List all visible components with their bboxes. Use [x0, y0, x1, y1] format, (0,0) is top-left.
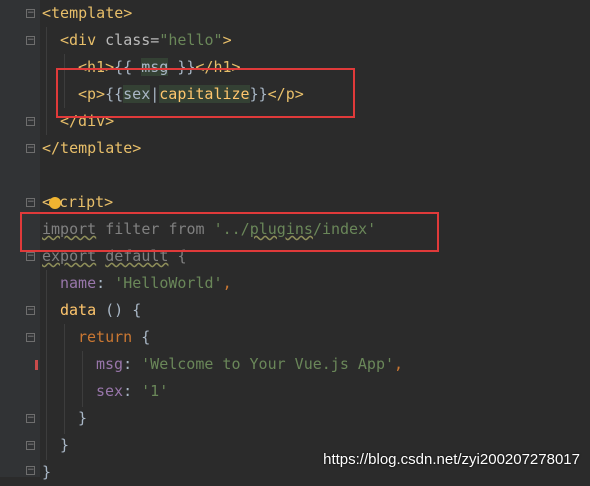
- colon: :: [123, 382, 142, 400]
- code-line-6[interactable]: </template>: [42, 135, 141, 162]
- div-open-tag: <div: [60, 31, 106, 49]
- comma: ,: [222, 274, 232, 292]
- fold-toggle-icon[interactable]: −: [26, 36, 35, 45]
- code-line-2[interactable]: <div class="hello">: [60, 27, 232, 54]
- fold-toggle-icon[interactable]: −: [26, 441, 35, 450]
- colon: :: [123, 355, 142, 373]
- highlight-box-import: [20, 212, 439, 252]
- code-line-11[interactable]: name: 'HelloWorld',: [60, 270, 232, 297]
- code-line-13[interactable]: return {: [78, 324, 150, 351]
- sex-property: sex: [96, 382, 124, 400]
- indent-guide: [46, 27, 47, 135]
- template-close-tag: </template>: [42, 139, 142, 157]
- code-line-17[interactable]: }: [60, 432, 69, 459]
- code-line-12[interactable]: data () {: [60, 297, 141, 324]
- fold-toggle-icon[interactable]: −: [26, 252, 35, 261]
- indent-guide: [64, 324, 65, 434]
- colon: :: [96, 274, 115, 292]
- change-marker: [35, 360, 38, 370]
- name-property: name: [60, 274, 97, 292]
- msg-property: msg: [96, 355, 124, 373]
- function-signature: () {: [96, 301, 142, 319]
- fold-toggle-icon[interactable]: −: [26, 117, 35, 126]
- fold-toggle-icon[interactable]: −: [26, 306, 35, 315]
- highlight-box-template: [56, 68, 355, 118]
- template-open-tag: <template>: [42, 4, 133, 22]
- brace-close: }: [42, 463, 52, 481]
- fold-toggle-icon[interactable]: −: [26, 9, 35, 18]
- msg-value: 'Welcome to Your Vue.js App': [141, 355, 395, 373]
- fold-toggle-icon[interactable]: −: [26, 414, 35, 423]
- brace-open: {: [132, 328, 151, 346]
- comma: ,: [394, 355, 404, 373]
- sex-value: '1': [141, 382, 169, 400]
- script-open-tag: cript>: [59, 193, 114, 211]
- fold-toggle-icon[interactable]: −: [26, 333, 35, 342]
- brace-close: }: [78, 409, 88, 427]
- code-line-16[interactable]: }: [78, 405, 87, 432]
- code-line-15[interactable]: sex: '1': [96, 378, 168, 405]
- indent-guide: [46, 270, 47, 460]
- fold-toggle-icon[interactable]: −: [26, 198, 35, 207]
- fold-toggle-icon[interactable]: −: [26, 144, 35, 153]
- brace-close: }: [60, 436, 70, 454]
- code-line-14[interactable]: msg: 'Welcome to Your Vue.js App',: [96, 351, 403, 378]
- name-value: 'HelloWorld': [114, 274, 223, 292]
- return-keyword: return: [78, 328, 133, 346]
- code-line-1[interactable]: <template>: [42, 0, 132, 27]
- fold-toggle-icon[interactable]: −: [26, 466, 35, 475]
- indent-guide: [82, 351, 83, 407]
- watermark: https://blog.csdn.net/zyi200207278017: [323, 451, 580, 468]
- code-line-18[interactable]: }: [42, 459, 51, 486]
- div-open-close: >: [222, 31, 232, 49]
- class-attribute: class=: [105, 31, 160, 49]
- data-function: data: [60, 301, 97, 319]
- class-value: "hello": [159, 31, 223, 49]
